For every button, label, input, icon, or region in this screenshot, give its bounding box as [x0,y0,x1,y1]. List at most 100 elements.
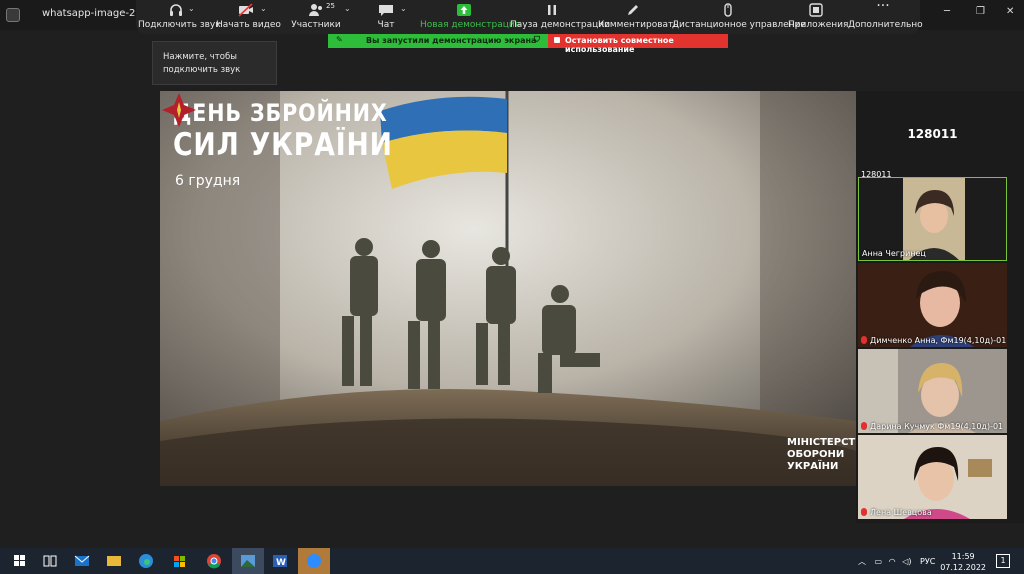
more-label: Дополнительно [848,20,923,30]
network-icon[interactable]: ▭ [875,557,883,566]
participants-icon [309,4,322,16]
headphones-icon [170,4,182,16]
participants-label: Участники [291,20,341,30]
taskbar-clock[interactable]: 11:59 07.12.2022 [940,551,986,573]
shield-icon: ⛉ [534,35,540,44]
notifications-icon[interactable]: 1 [996,554,1010,568]
meeting-id-small: 128011 [861,170,892,177]
participant-name: Анна Чегринец [862,249,926,258]
ministry-logo-text: МІНІСТЕРСТВО ОБОРОНИ УКРАЇНИ [787,437,856,473]
poster-date: 6 грудня [175,173,241,189]
participant-video [858,263,1007,347]
system-tray: ︿ ▭ ◠ ◁) РУС [858,556,935,567]
unmute-tooltip: Нажмите, чтобы подключить звук [152,41,277,85]
mouse-icon [724,3,732,17]
tray-chevron-icon[interactable]: ︿ [858,557,866,566]
pause-icon [548,5,556,15]
mic-muted-icon [861,422,867,430]
chat-chevron-icon[interactable]: ⌄ [400,4,407,13]
poster-title-line1: ДЕНЬ ЗБРОЙНИХ [173,99,388,127]
word-icon[interactable]: W [266,551,294,571]
sharing-status-bar: ✎ Вы запустили демонстрацию экрана ⛉ [328,34,548,48]
chrome-icon[interactable] [200,551,228,571]
language-indicator[interactable]: РУС [920,557,935,566]
store-icon[interactable] [166,551,194,571]
participant-name: Димченко Анна, Фм19(4,10д)-01 [861,336,1006,345]
participant-tile[interactable]: Димченко Анна, Фм19(4,10д)-01 [858,263,1007,347]
remote-control-button[interactable]: Дистанционное управление [672,0,806,34]
meeting-id-tile[interactable]: 128011 128011 [858,91,1007,177]
windows-start-icon[interactable] [6,551,34,571]
apps-icon [809,3,823,17]
pause-share-label: Пауза демонстрации [510,20,610,30]
new-share-label: Новая демонстрация [420,20,521,30]
remote-control-label: Дистанционное управление [672,20,806,30]
edge-icon[interactable] [132,551,160,571]
window-title: whatsapp-image-2022-12... [42,8,137,19]
more-dots-icon: ··· [876,0,890,14]
zoom-taskbar-icon[interactable] [298,548,330,574]
participants-button[interactable]: 25 Участники [286,0,346,34]
mic-muted-icon [861,336,867,344]
close-icon[interactable]: ✕ [1006,6,1014,17]
tooltip-line2: подключить звук [163,65,241,75]
zoom-app-icon [6,8,20,22]
participant-video [858,435,1007,519]
task-view-icon[interactable] [36,551,64,571]
start-video-button[interactable]: Начать видео [216,0,281,34]
participant-name: Лена Шевцова [861,508,932,517]
start-video-label: Начать видео [216,20,281,30]
unmute-button[interactable]: Подключить звук [138,0,221,34]
participant-name: Дарина Кучмук Фм19(4,10д)-01 [861,422,1003,431]
minimize-icon[interactable]: ─ [944,6,950,17]
stop-icon [554,37,560,43]
more-button[interactable]: ··· Дополнительно [848,0,923,34]
unmute-label: Подключить звук [138,20,221,30]
shared-screen: ДЕНЬ ЗБРОЙНИХ СИЛ УКРАЇНИ 6 грудня МІНІС… [160,91,856,486]
apps-label: Приложения [788,20,849,30]
annotate-button[interactable]: Комментировать [598,0,679,34]
share-screen-icon [457,4,471,16]
audio-chevron-icon[interactable]: ⌄ [188,4,195,13]
svg-text:W: W [276,558,286,568]
meeting-id-large: 128011 [907,127,958,141]
restore-icon[interactable]: ❐ [976,6,985,17]
stop-share-label: Остановить совместное использование [565,36,674,54]
apps-button[interactable]: Приложения [788,0,849,34]
participant-tile[interactable]: Анна Чегринец [858,177,1007,261]
participant-tile[interactable]: Дарина Кучмук Фм19(4,10д)-01 [858,349,1007,433]
meeting-toolbar: Подключить звук ⌄ Начать видео ⌄ 25 Учас… [136,0,923,34]
annotate-label: Комментировать [598,20,679,30]
mic-muted-icon [861,508,867,516]
photos-icon[interactable] [232,548,264,574]
pin-icon[interactable]: ✎ [336,35,343,44]
participants-count: 25 [326,2,335,10]
ministry-line2: ОБОРОНИ [787,449,845,460]
pause-share-button[interactable]: Пауза демонстрации [510,0,610,34]
new-share-button[interactable]: Новая демонстрация [420,0,521,34]
ministry-line1: МІНІСТЕРСТВО [787,437,856,448]
video-chevron-icon[interactable]: ⌄ [260,4,267,13]
participant-tile[interactable]: Лена Шевцова [858,435,1007,519]
chat-icon [379,5,393,16]
sharing-status-text: Вы запустили демонстрацию экрана [366,36,537,45]
tooltip-line1: Нажмите, чтобы [163,52,237,62]
wifi-icon[interactable]: ◠ [889,557,896,566]
clock-date: 07.12.2022 [940,563,986,572]
ministry-line3: УКРАЇНИ [787,461,839,472]
pencil-icon [628,5,638,15]
chat-label: Чат [377,20,395,30]
video-off-icon [238,3,253,17]
volume-icon[interactable]: ◁) [902,557,911,566]
poster-title-line2: СИЛ УКРАЇНИ [173,127,393,163]
ministry-emblem-icon [162,93,196,127]
participants-chevron-icon[interactable]: ⌄ [344,4,351,13]
file-explorer-icon[interactable] [100,551,128,571]
window-controls: ─ ❐ ✕ [924,0,1024,30]
mail-icon[interactable] [68,551,96,571]
participant-video [858,349,1007,433]
clock-time: 11:59 [951,552,975,561]
stop-share-button[interactable]: Остановить совместное использование [548,34,728,54]
windows-taskbar: W ︿ ▭ ◠ ◁) РУС 11:59 07.12.2022 1 [0,548,1024,574]
video-panel: 128011 128011 Анна Чегринец Димченко Анн… [856,91,1024,523]
